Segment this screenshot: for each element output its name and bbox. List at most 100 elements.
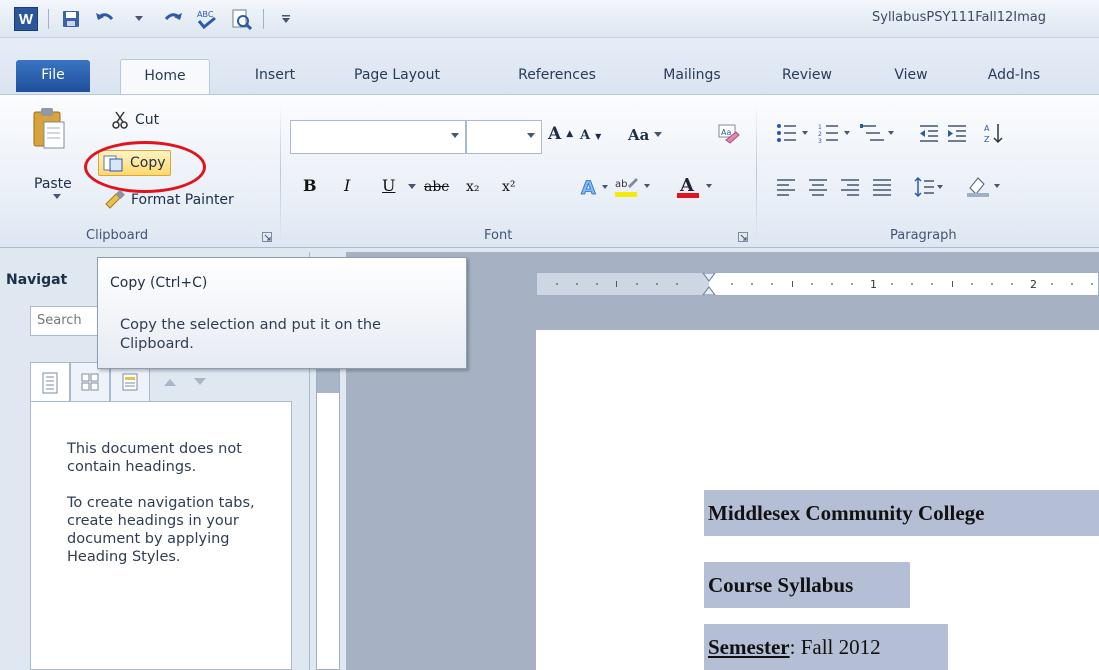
strikethrough-button[interactable]: abc xyxy=(424,179,449,195)
scissors-icon xyxy=(112,111,128,129)
font-color-icon[interactable]: A xyxy=(676,174,714,200)
ribbon-tabs: File Home Insert Page Layout References … xyxy=(0,38,1099,95)
grow-font-icon[interactable]: A ▲ xyxy=(548,124,573,144)
numbering-icon[interactable]: 123 xyxy=(818,122,852,144)
font-size-select[interactable] xyxy=(466,120,542,154)
undo-icon[interactable] xyxy=(93,7,117,31)
chevron-down-icon[interactable] xyxy=(53,194,61,200)
highlight-circle xyxy=(84,141,206,193)
no-headings-message: This document does not contain headings. xyxy=(67,441,242,475)
superscript-button[interactable]: x² xyxy=(502,179,516,195)
text-effects-icon[interactable]: A xyxy=(580,176,610,198)
title-bar: W ABC SyllabusPSY111Fall12Imag xyxy=(0,0,1099,38)
pages-icon xyxy=(81,373,99,391)
document-line-college: Middlesex Community College xyxy=(704,490,1099,536)
print-preview-icon[interactable] xyxy=(229,7,253,31)
shrink-font-icon[interactable]: A ▼ xyxy=(580,128,601,143)
subscript-button[interactable]: x₂ xyxy=(466,179,480,195)
tab-insert[interactable]: Insert xyxy=(240,59,310,93)
svg-text:2: 2 xyxy=(1030,278,1037,291)
chevron-down-icon xyxy=(527,133,535,138)
tab-headings[interactable] xyxy=(30,362,70,402)
semester-label: Semester xyxy=(708,635,790,659)
document-page[interactable]: Middlesex Community College Course Sylla… xyxy=(536,330,1099,670)
save-icon[interactable] xyxy=(59,7,83,31)
search-placeholder: Search xyxy=(37,313,82,328)
divider xyxy=(756,104,757,244)
align-right-icon[interactable] xyxy=(840,178,860,196)
cut-button[interactable]: Cut xyxy=(110,110,159,130)
document-line-semester: Semester: Fall 2012 xyxy=(704,624,948,670)
svg-text:A: A xyxy=(679,175,695,196)
word-icon[interactable]: W xyxy=(14,7,38,31)
sort-icon[interactable]: AZ xyxy=(984,122,1006,144)
tab-mailings[interactable]: Mailings xyxy=(646,59,738,93)
customize-icon[interactable] xyxy=(274,7,298,31)
change-case-label: Aa xyxy=(628,126,650,144)
redo-icon[interactable] xyxy=(161,7,185,31)
clear-formatting-icon[interactable]: Aa xyxy=(716,122,740,146)
document-line-syllabus: Course Syllabus xyxy=(704,562,910,608)
font-group-label: Font xyxy=(484,228,513,243)
line-spacing-icon[interactable] xyxy=(914,176,944,198)
increase-indent-icon[interactable] xyxy=(946,122,968,144)
dialog-launcher-icon[interactable] xyxy=(738,232,748,242)
spelling-icon[interactable]: ABC xyxy=(195,7,219,31)
navigation-help-message: To create navigation tabs, create headin… xyxy=(67,495,255,565)
tab-review[interactable]: Review xyxy=(772,59,842,93)
svg-text:A: A xyxy=(984,124,990,133)
font-name-select[interactable] xyxy=(290,120,466,154)
quick-access-toolbar: W ABC xyxy=(14,7,298,31)
svg-text:Z: Z xyxy=(984,135,990,144)
results-icon xyxy=(122,373,138,391)
svg-text:ABC: ABC xyxy=(197,10,214,19)
shading-icon[interactable] xyxy=(966,174,1002,198)
ruler-ticks: 1 2 xyxy=(556,273,1093,295)
decrease-indent-icon[interactable] xyxy=(918,122,940,144)
navigation-title: Navigat xyxy=(6,272,68,288)
bold-button[interactable]: B xyxy=(303,176,317,195)
paintbrush-icon xyxy=(105,190,125,209)
copy-tooltip: Copy (Ctrl+C) Copy the selection and put… xyxy=(97,257,467,369)
cut-label: Cut xyxy=(135,112,160,128)
horizontal-ruler[interactable]: 1 2 xyxy=(536,272,1099,296)
tab-view[interactable]: View xyxy=(884,59,938,93)
headings-icon xyxy=(42,372,58,393)
semester-value: : Fall 2012 xyxy=(789,635,881,659)
tab-add-ins[interactable]: Add-Ins xyxy=(970,59,1058,93)
divider xyxy=(280,104,281,244)
tab-page-layout[interactable]: Page Layout xyxy=(334,59,460,93)
format-painter-button[interactable]: Format Painter xyxy=(104,190,234,210)
bullets-icon[interactable] xyxy=(776,122,810,144)
underline-button[interactable]: U xyxy=(382,176,395,195)
tab-references[interactable]: References xyxy=(496,59,618,93)
tab-home[interactable]: Home xyxy=(120,59,210,95)
highlight-color-icon[interactable]: ab xyxy=(614,174,652,200)
document-title: SyllabusPSY111Fall12Imag xyxy=(872,10,1046,25)
justify-icon[interactable] xyxy=(872,178,892,196)
svg-text:Aa: Aa xyxy=(721,128,731,137)
navigation-results: This document does not contain headings.… xyxy=(30,401,292,670)
tab-file[interactable]: File xyxy=(16,60,90,92)
multilevel-list-icon[interactable] xyxy=(860,122,896,144)
chevron-down-icon[interactable] xyxy=(127,7,151,31)
divider xyxy=(48,9,49,29)
italic-button[interactable]: I xyxy=(344,176,350,195)
svg-text:ab: ab xyxy=(615,179,627,190)
align-left-icon[interactable] xyxy=(776,178,796,196)
svg-text:1: 1 xyxy=(870,278,877,291)
svg-text:3: 3 xyxy=(818,138,822,144)
svg-text:A: A xyxy=(581,177,596,198)
paste-button[interactable]: Paste xyxy=(34,176,72,192)
align-center-icon[interactable] xyxy=(808,178,828,196)
divider xyxy=(263,9,264,29)
paste-icon[interactable] xyxy=(32,106,66,150)
paste-label: Paste xyxy=(34,176,72,192)
tooltip-title: Copy (Ctrl+C) xyxy=(110,275,208,291)
chevron-down-icon[interactable] xyxy=(408,184,416,190)
format-painter-label: Format Painter xyxy=(131,192,234,208)
dialog-launcher-icon[interactable] xyxy=(262,232,272,242)
chevron-down-icon xyxy=(654,132,663,137)
svg-text:1: 1 xyxy=(818,124,822,131)
change-case-button[interactable]: Aa xyxy=(628,126,663,144)
